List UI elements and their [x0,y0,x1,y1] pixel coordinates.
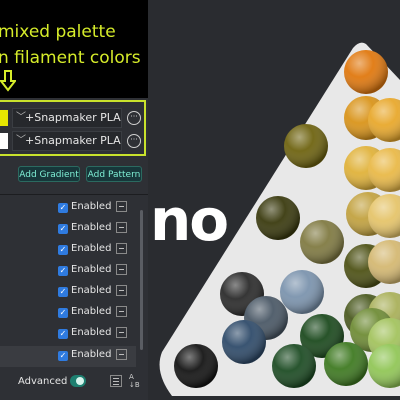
sphere-highlight [300,220,344,264]
enabled-checkbox[interactable]: ✓ [58,203,68,213]
sphere-highlight [222,320,266,364]
sphere-highlight [280,270,324,314]
enabled-checkbox[interactable]: ✓ [58,245,68,255]
advanced-label: Advanced [18,376,68,387]
list-item[interactable]: ✓ Enabled [0,282,136,303]
annotation-overlay: mixed palette n filament colors [0,0,148,98]
enabled-checkbox[interactable]: ✓ [58,351,68,361]
sphere-highlight [284,124,328,168]
remove-button[interactable] [116,243,127,254]
enabled-label: Enabled [71,201,112,212]
remove-button[interactable] [116,285,127,296]
remove-button[interactable] [116,327,127,338]
annotation-line-1: mixed palette [0,22,116,42]
sphere-highlight [344,50,388,94]
down-arrow-icon [0,70,16,92]
list-view-icon[interactable] [110,375,122,387]
filament-swatch[interactable] [0,133,8,149]
filament-row: ﹀ +Snapmaker PLA ... ··· [0,131,144,151]
preview-canvas[interactable]: no [148,0,400,400]
annotation-line-2: n filament colors [0,48,141,68]
list-item[interactable]: ✓ Enabled [0,346,136,367]
add-pattern-button[interactable]: Add Pattern [86,166,142,182]
sphere-highlight [272,344,316,388]
enabled-checkbox[interactable]: ✓ [58,224,68,234]
filament-swatch[interactable] [0,110,8,126]
enabled-label: Enabled [71,349,112,360]
enabled-label: Enabled [71,243,112,254]
sort-icon[interactable]: A ↓B [129,373,145,391]
remove-button[interactable] [116,349,127,360]
enabled-checkbox[interactable]: ✓ [58,329,68,339]
list-item[interactable]: ✓ Enabled [0,240,136,261]
list-item[interactable]: ✓ Enabled [0,303,136,324]
filament-selection-box: ﹀ +Snapmaker PLA ... ··· ﹀ +Snapmaker PL… [0,100,146,156]
list-scrollbar[interactable] [140,210,143,350]
enabled-checkbox[interactable]: ✓ [58,287,68,297]
list-item[interactable]: ✓ Enabled [0,198,136,219]
advanced-toggle[interactable] [70,375,86,387]
remove-button[interactable] [116,201,127,212]
enabled-label: Enabled [71,285,112,296]
enabled-label: Enabled [71,306,112,317]
filament-dropdown[interactable]: ﹀ +Snapmaker PLA ... [12,108,122,128]
sphere-highlight [174,344,218,388]
left-panel: mixed palette n filament colors ﹀ +Snapm… [0,0,148,400]
sphere-tray [159,42,400,397]
list-item[interactable]: ✓ Enabled [0,324,136,345]
more-options-button[interactable]: ··· [127,134,141,148]
advanced-bar: Advanced A ↓B [0,372,148,394]
enabled-label: Enabled [71,327,112,338]
filament-dropdown[interactable]: ﹀ +Snapmaker PLA ... [12,131,122,151]
more-options-button[interactable]: ··· [127,111,141,125]
sphere-highlight [256,196,300,240]
remove-button[interactable] [116,264,127,275]
enabled-label: Enabled [71,264,112,275]
filament-label: +Snapmaker PLA ... [25,134,121,147]
enabled-checkbox[interactable]: ✓ [58,308,68,318]
remove-button[interactable] [116,306,127,317]
sphere-highlight [324,342,368,386]
list-item[interactable]: ✓ Enabled [0,219,136,240]
enabled-checkbox[interactable]: ✓ [58,266,68,276]
filament-row: ﹀ +Snapmaker PLA ... ··· [0,108,144,128]
remove-button[interactable] [116,222,127,233]
filament-label: +Snapmaker PLA ... [25,111,121,124]
enabled-label: Enabled [71,222,112,233]
add-gradient-button[interactable]: Add Gradient [18,166,80,182]
divider [0,194,148,195]
list-item[interactable]: ✓ Enabled [0,261,136,282]
